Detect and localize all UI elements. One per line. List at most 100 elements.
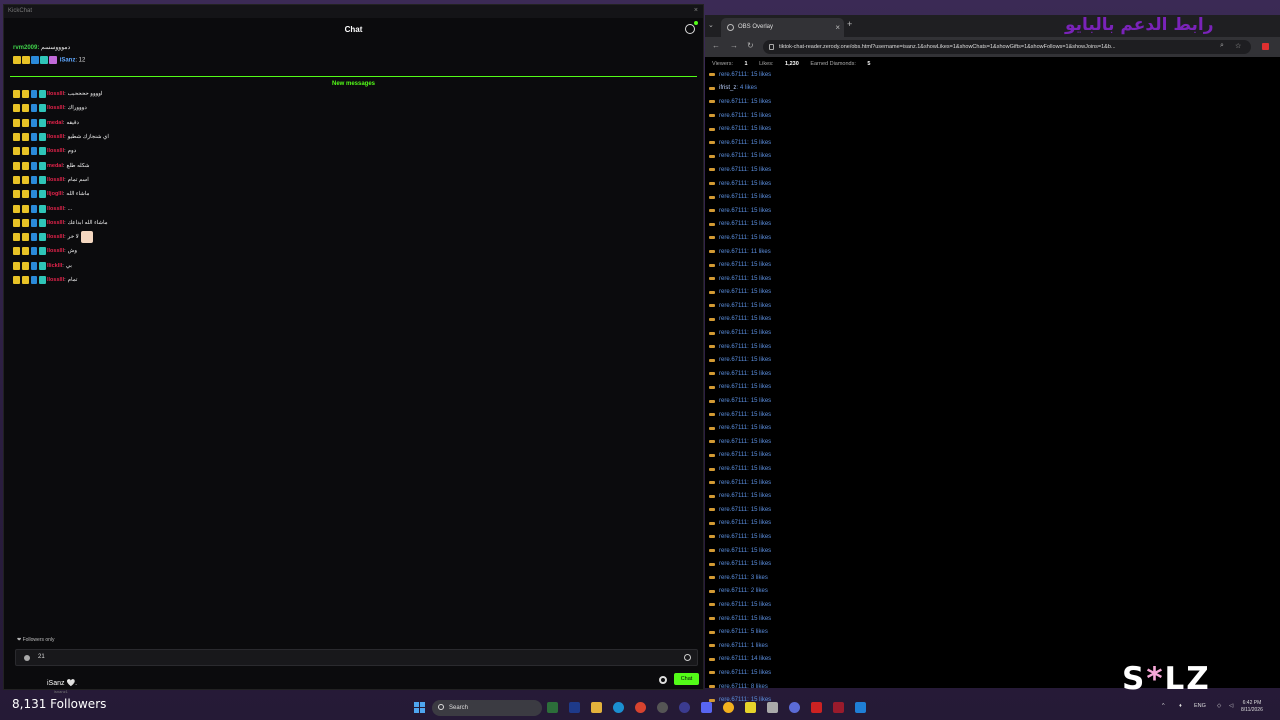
taskbar-search[interactable]: Search: [432, 700, 542, 716]
like-username[interactable]: rere.67111: [719, 588, 747, 594]
like-username[interactable]: rere.67111: [719, 439, 747, 445]
tray-app-icon[interactable]: ♦: [1179, 703, 1182, 709]
like-username[interactable]: rere.67111: [719, 249, 747, 255]
message-username[interactable]: Ilicklll: [47, 263, 62, 269]
app-icon-blue[interactable]: [789, 702, 800, 713]
extension-icon[interactable]: [1262, 43, 1269, 50]
app-icon-triangle[interactable]: [569, 702, 580, 713]
chat-input[interactable]: 21: [15, 649, 698, 666]
like-username[interactable]: rere.67111: [719, 425, 747, 431]
like-username[interactable]: rere.67111: [719, 520, 747, 526]
message-username[interactable]: llosslll: [47, 148, 64, 154]
network-icon[interactable]: ◇: [1217, 703, 1221, 709]
like-username[interactable]: rere.67111: [719, 221, 747, 227]
like-username[interactable]: rere.67111: [719, 684, 747, 690]
chat-send-button[interactable]: Chat: [674, 673, 699, 685]
address-bar[interactable]: tiktok-chat-reader.zerody.one/obs.html?u…: [763, 40, 1251, 54]
windows-start-icon[interactable]: [414, 702, 426, 714]
bookmark-star-icon[interactable]: ☆: [1235, 42, 1241, 50]
close-icon[interactable]: ×: [694, 7, 698, 14]
like-username[interactable]: rere.67111: [719, 493, 747, 499]
like-username[interactable]: rere.67111: [719, 72, 747, 78]
message-username[interactable]: llosslll: [47, 220, 64, 226]
pinned-username[interactable]: rvm2009:: [13, 45, 39, 51]
smiley-icon[interactable]: [684, 654, 691, 661]
message-username[interactable]: medal: [47, 163, 63, 169]
like-username[interactable]: rere.67111: [719, 507, 747, 513]
message-username[interactable]: lljoglll: [47, 191, 63, 197]
like-username[interactable]: rere.67111: [719, 412, 747, 418]
like-username[interactable]: rere.67111: [719, 194, 747, 200]
message-username[interactable]: llosslll: [47, 206, 64, 212]
like-username[interactable]: rere.67111: [719, 167, 747, 173]
like-username[interactable]: rere.67111: [719, 561, 747, 567]
language-indicator[interactable]: ENG: [1194, 703, 1206, 709]
like-username[interactable]: rere.67111: [719, 371, 747, 377]
like-username[interactable]: rere.67111: [719, 357, 747, 363]
like-username[interactable]: rere.67111: [719, 276, 747, 282]
like-username[interactable]: ifrist_z: [719, 85, 736, 91]
discord-icon[interactable]: [701, 702, 712, 713]
app-icon-red[interactable]: [811, 702, 822, 713]
chrome-icon[interactable]: [635, 702, 646, 713]
like-username[interactable]: rere.67111: [719, 303, 747, 309]
viewer-name[interactable]: iSanz: [60, 58, 76, 64]
tray-chevron-icon[interactable]: ^: [1162, 703, 1165, 709]
user-status-icon[interactable]: [685, 21, 698, 34]
tab-close-icon[interactable]: ×: [835, 18, 840, 37]
like-username[interactable]: rere.67111: [719, 602, 747, 608]
message-username[interactable]: llosslll: [47, 277, 64, 283]
like-username[interactable]: rere.67111: [719, 262, 747, 268]
like-username[interactable]: rere.67111: [719, 208, 747, 214]
edge-icon[interactable]: [613, 702, 624, 713]
like-username[interactable]: rere.67111: [719, 548, 747, 554]
like-username[interactable]: rere.67111: [719, 575, 747, 581]
like-username[interactable]: rere.67111: [719, 616, 747, 622]
forward-icon[interactable]: →: [730, 41, 738, 50]
app-icon-a[interactable]: [547, 702, 558, 713]
like-username[interactable]: rere.67111: [719, 330, 747, 336]
like-username[interactable]: rere.67111: [719, 534, 747, 540]
tab-obs-overlay[interactable]: OBS Overlay ×: [721, 18, 844, 37]
message-username[interactable]: llosslll: [47, 248, 64, 254]
like-username[interactable]: rere.67111: [719, 670, 747, 676]
like-username[interactable]: rere.67111: [719, 656, 747, 662]
notes-icon[interactable]: [745, 702, 756, 713]
github-icon[interactable]: [657, 702, 668, 713]
message-username[interactable]: llosslll: [47, 105, 64, 111]
like-username[interactable]: rere.67111: [719, 289, 747, 295]
gear-icon[interactable]: [659, 676, 667, 684]
like-username[interactable]: rere.67111: [719, 480, 747, 486]
like-username[interactable]: rere.67111: [719, 153, 747, 159]
tab-search-icon[interactable]: ⌄: [708, 21, 714, 29]
back-icon[interactable]: ←: [712, 41, 720, 50]
like-username[interactable]: rere.67111: [719, 126, 747, 132]
like-username[interactable]: rere.67111: [719, 629, 747, 635]
like-username[interactable]: rere.67111: [719, 643, 747, 649]
new-tab-button[interactable]: +: [847, 19, 852, 29]
taskbar-clock[interactable]: 6:42 PM 8/11/2026: [1241, 700, 1263, 714]
like-username[interactable]: rere.67111: [719, 113, 747, 119]
app-icon-yellow[interactable]: [723, 702, 734, 713]
like-username[interactable]: rere.67111: [719, 140, 747, 146]
like-username[interactable]: rere.67111: [719, 316, 747, 322]
message-username[interactable]: medal: [47, 120, 63, 126]
message-username[interactable]: llosslll: [47, 91, 64, 97]
zoom-icon[interactable]: ⌕: [1220, 42, 1224, 50]
reload-icon[interactable]: ↻: [747, 41, 754, 50]
app-icon-dark-red[interactable]: [833, 702, 844, 713]
like-username[interactable]: rere.67111: [719, 466, 747, 472]
message-username[interactable]: llosslll: [47, 234, 64, 240]
like-username[interactable]: rere.67111: [719, 235, 747, 241]
like-username[interactable]: rere.67111: [719, 398, 747, 404]
vscode-icon[interactable]: [855, 702, 866, 713]
emote-picker-icon[interactable]: [24, 655, 30, 661]
like-username[interactable]: rere.67111: [719, 384, 747, 390]
folder-icon[interactable]: [591, 702, 602, 713]
message-username[interactable]: llosslll: [47, 177, 64, 183]
like-username[interactable]: rere.67111: [719, 452, 747, 458]
like-username[interactable]: rere.67111: [719, 99, 747, 105]
app-icon-grey[interactable]: [767, 702, 778, 713]
volume-icon[interactable]: ◁: [1229, 703, 1233, 709]
site-info-icon[interactable]: [769, 44, 774, 50]
